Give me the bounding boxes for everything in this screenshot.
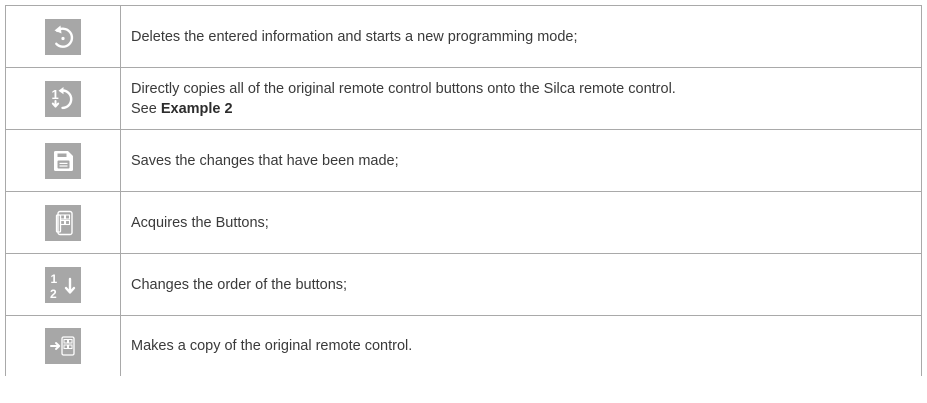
icon-legend-table: Deletes the entered information and star… <box>5 5 922 376</box>
legend-description-see-prefix: See <box>131 100 161 117</box>
legend-description-line1: Directly copies all of the original remo… <box>131 80 676 97</box>
reorder-icon: 1 2 <box>45 266 81 303</box>
svg-text:1: 1 <box>51 272 58 286</box>
legend-row-copy-remote: Makes a copy of the original remote cont… <box>5 315 922 376</box>
legend-row-reorder: 1 2 Changes the order of the buttons; <box>5 253 922 316</box>
legend-description: Saves the changes that have been made; <box>120 129 922 192</box>
legend-row-restart: Deletes the entered information and star… <box>5 5 922 68</box>
svg-text:2: 2 <box>50 287 57 301</box>
save-icon <box>45 142 81 179</box>
legend-row-acquire-buttons: Acquires the Buttons; <box>5 191 922 254</box>
icon-cell: 1 2 <box>5 253 121 316</box>
example-reference: Example 2 <box>160 100 233 117</box>
icon-cell <box>5 5 121 68</box>
legend-description: Changes the order of the buttons; <box>120 253 922 316</box>
acquire-buttons-icon <box>45 204 81 241</box>
icon-cell <box>5 129 121 192</box>
legend-description: Makes a copy of the original remote cont… <box>120 315 922 376</box>
icon-cell: 1 <box>5 67 121 130</box>
svg-text:1: 1 <box>52 87 59 102</box>
legend-row-direct-copy: 1 Directly copies all of the original re… <box>5 67 922 130</box>
icon-cell <box>5 315 121 376</box>
legend-description: Directly copies all of the original remo… <box>120 67 922 130</box>
legend-row-save: Saves the changes that have been made; <box>5 129 922 192</box>
icon-cell <box>5 191 121 254</box>
copy-remote-icon <box>45 327 81 364</box>
legend-description: Deletes the entered information and star… <box>120 5 922 68</box>
legend-description: Acquires the Buttons; <box>120 191 922 254</box>
direct-copy-icon: 1 <box>45 80 81 117</box>
restart-icon <box>45 18 81 55</box>
